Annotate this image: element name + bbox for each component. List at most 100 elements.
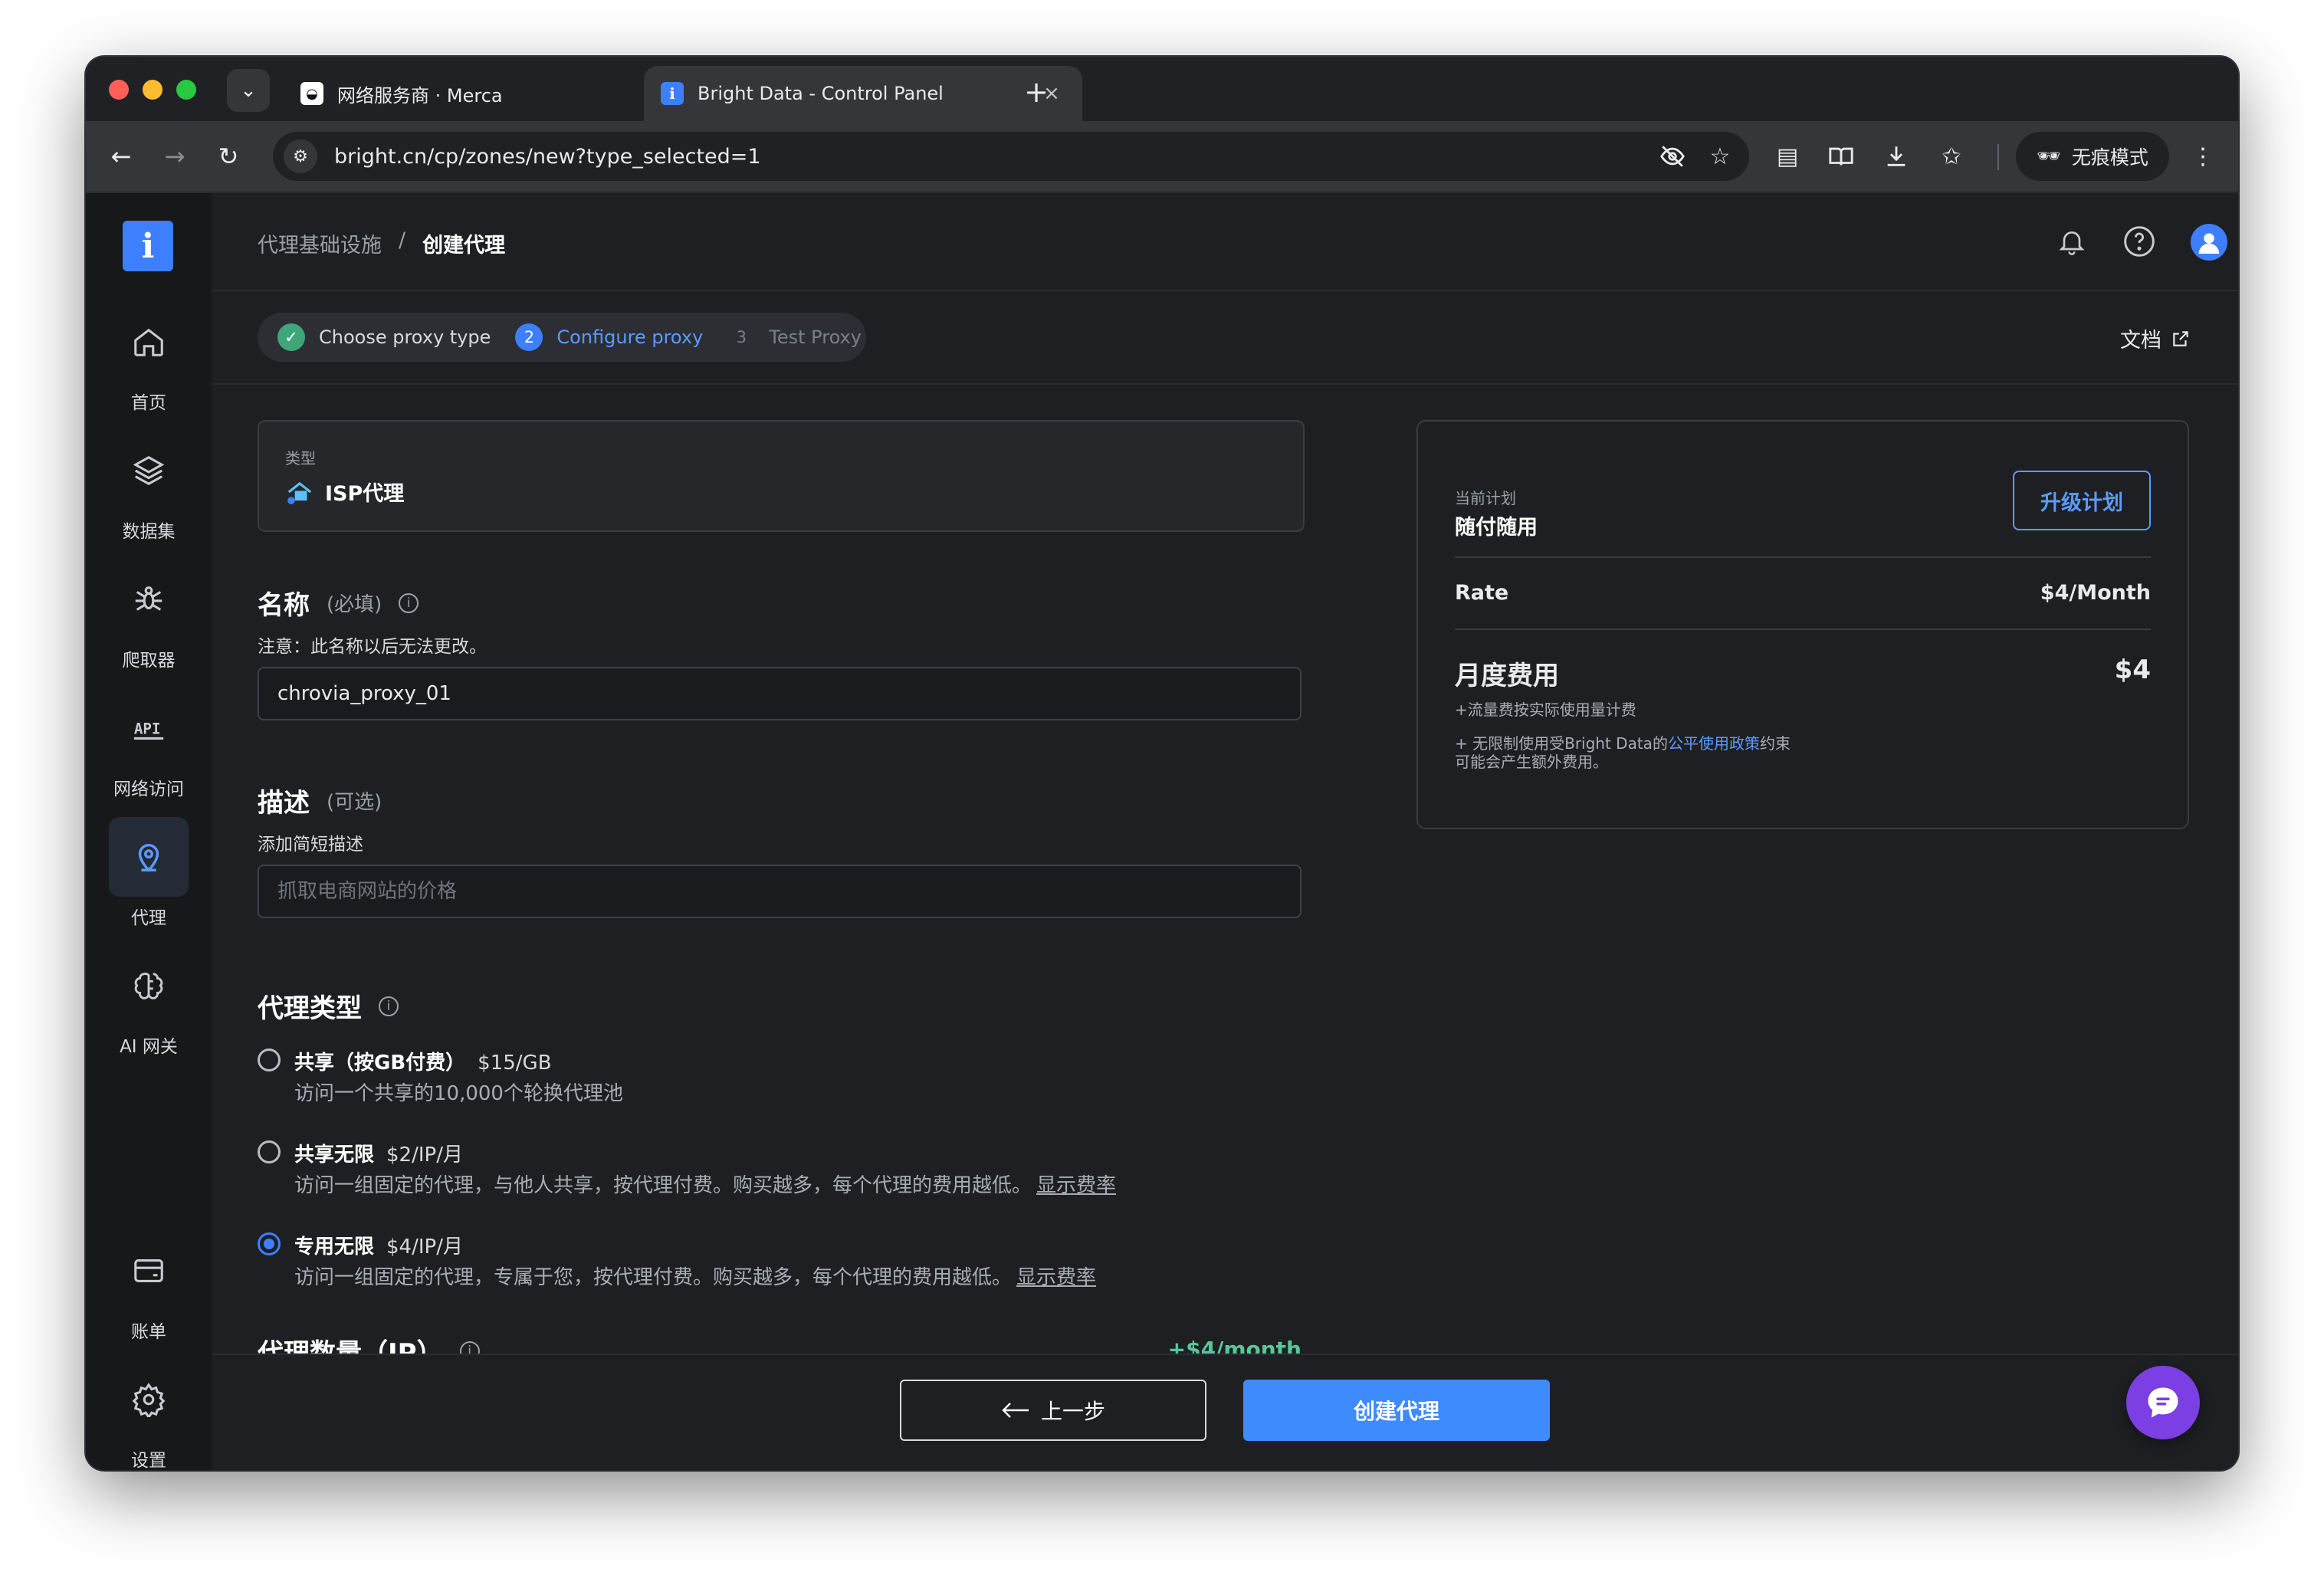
minimize-window-button[interactable] [143,80,162,100]
chat-button[interactable] [2126,1366,2200,1439]
breadcrumb: 代理基础设施 / 创建代理 [258,228,505,258]
sidebar-item-proxy[interactable]: 代理 [107,817,190,932]
fair-use-policy-link[interactable]: 公平使用政策 [1668,734,1760,753]
proxy-name-input[interactable] [258,667,1302,720]
favorites-icon[interactable]: ✩ [1933,138,1970,175]
api-icon: API [134,720,164,740]
wizard-stepper: ✓ Choose proxy type 2 Configure proxy 3 … [258,313,866,362]
url-text[interactable]: bright.cn/cp/zones/new?type_selected=1 [334,145,1654,169]
download-icon[interactable] [1878,138,1915,175]
more-menu-icon[interactable]: ⋮ [2184,138,2221,175]
previous-step-button[interactable]: 上一步 [900,1380,1206,1441]
sidebar-item-ai-gateway[interactable]: AI 网关 [107,946,190,1061]
option-title: 共享无限 $2/IP/月 [294,1144,463,1167]
step-number: 2 [515,323,543,351]
sidebar-item-label: AI 网关 [120,1037,178,1057]
sidebar: i 首页 数据集 爬取器 API 网络访问 代理 AI 网关 账单 设置 [86,193,212,1470]
browser-window: ⌄ ◒ 网络服务商 · Merca × i Bright Data - Cont… [86,57,2238,1470]
reload-icon[interactable]: ↻ [210,138,247,175]
monthly-label: 月度费用 [1455,661,1559,691]
sidebar-item-label: 账单 [131,1322,166,1342]
step-configure-proxy[interactable]: 2 Configure proxy [515,323,703,351]
top-bar: 代理基础设施 / 创建代理 [212,193,2238,291]
help-icon[interactable] [2119,221,2160,262]
description-input[interactable] [258,865,1302,918]
sidebar-item-datasets[interactable]: 数据集 [107,431,190,546]
sidebar-item-web-access[interactable]: API 网络访问 [107,688,190,803]
docs-link[interactable]: 文档 [2120,323,2191,353]
sidebar-item-home[interactable]: 首页 [107,302,190,417]
proxy-type-card: 类型 ISP代理 [258,420,1305,532]
bell-icon[interactable] [2051,221,2093,262]
tab-bar: ⌄ ◒ 网络服务商 · Merca × i Bright Data - Cont… [86,57,2238,121]
incognito-icon: 🕶 [2037,145,2061,167]
plan-name: 随付随用 [1455,516,1538,540]
sidebar-item-label: 网络访问 [113,779,184,799]
radio-button[interactable] [258,1232,281,1255]
address-bar[interactable]: ⚙ bright.cn/cp/zones/new?type_selected=1… [273,132,1749,181]
action-bar: 上一步 创建代理 [212,1354,2238,1470]
close-window-button[interactable] [109,80,129,100]
show-rates-link[interactable]: 显示费率 [1036,1174,1116,1197]
required-hint: (必填) [327,593,382,616]
external-link-icon [2173,330,2188,346]
step-number: 3 [736,328,747,346]
gear-icon [132,1383,166,1417]
divider [1455,628,2151,630]
incognito-indicator[interactable]: 🕶 无痕模式 [2016,132,2169,181]
sidebar-item-settings[interactable]: 设置 [107,1360,190,1470]
tab-title: 网络服务商 · Merca [337,84,503,107]
description-section-title: 描述 (可选) [258,782,382,819]
sidebar-item-billing[interactable]: 账单 [107,1231,190,1346]
radio-button[interactable] [258,1140,281,1163]
reader-mode-icon[interactable] [1823,138,1860,175]
bright-data-logo[interactable]: i [123,221,173,271]
type-label: 类型 [285,449,316,468]
chevron-down-icon: ⌄ [240,79,257,102]
traffic-note: +流量费按实际使用量计费 [1455,701,1636,719]
maximize-window-button[interactable] [176,80,196,100]
option-title: 专用无限 $4/IP/月 [294,1236,463,1258]
step-choose-proxy-type[interactable]: ✓ Choose proxy type [277,323,491,351]
show-rates-link[interactable]: 显示费率 [1016,1266,1096,1289]
monthly-cost-row: 月度费用 $4 [1455,655,2151,692]
toolbar-divider [1997,144,1999,170]
credit-card-icon [134,1259,163,1282]
new-tab-button[interactable]: + [1015,71,1058,113]
isp-house-icon [287,481,312,504]
avatar[interactable] [2191,224,2227,261]
reading-list-icon[interactable]: ▤ [1769,138,1806,175]
sidebar-item-label: 首页 [131,393,166,413]
docs-label: 文档 [2120,329,2162,353]
radio-button[interactable] [258,1048,281,1071]
tab-title: Bright Data - Control Panel [698,83,944,104]
create-proxy-button[interactable]: 创建代理 [1243,1380,1550,1441]
site-settings-icon[interactable]: ⚙ [284,139,317,173]
upgrade-plan-button[interactable]: 升级计划 [2013,471,2151,530]
optional-hint: (可选) [327,791,382,814]
option-price: $4/IP/月 [386,1236,463,1258]
app-area: i 首页 数据集 爬取器 API 网络访问 代理 AI 网关 账单 设置 代理基… [86,193,2238,1470]
proxy-type-section-title: 代理类型 i [258,987,399,1025]
sidebar-item-scrapers[interactable]: 爬取器 [107,560,190,674]
main-content: 代理基础设施 / 创建代理 ✓ Choose proxy type 2 Conf… [212,193,2238,1470]
back-arrow-icon[interactable]: ← [103,138,140,175]
option-description: 访问一组固定的代理，专属于您，按代理付费。购买越多，每个代理的费用越低。 显示费率 [294,1266,1097,1289]
breadcrumb-parent[interactable]: 代理基础设施 [258,228,382,258]
eye-off-icon[interactable] [1654,138,1691,175]
chat-icon [2148,1387,2178,1418]
arrow-left-icon [1002,1403,1029,1418]
proxy-type-title: 代理类型 [258,993,362,1024]
tab-search-button[interactable]: ⌄ [227,69,270,112]
option-price: $15/GB [478,1052,552,1075]
info-icon[interactable]: i [399,592,419,613]
rate-label: Rate [1455,581,1509,605]
merca-logo-icon: ◒ [300,82,323,105]
info-icon[interactable]: i [379,996,399,1016]
type-value-text: ISP代理 [325,482,405,506]
sidebar-item-label: 设置 [131,1451,166,1470]
bookmark-star-icon[interactable]: ☆ [1702,138,1738,175]
forward-arrow-icon[interactable]: → [156,138,193,175]
option-price: $2/IP/月 [386,1144,463,1167]
bright-data-icon: i [661,82,684,105]
